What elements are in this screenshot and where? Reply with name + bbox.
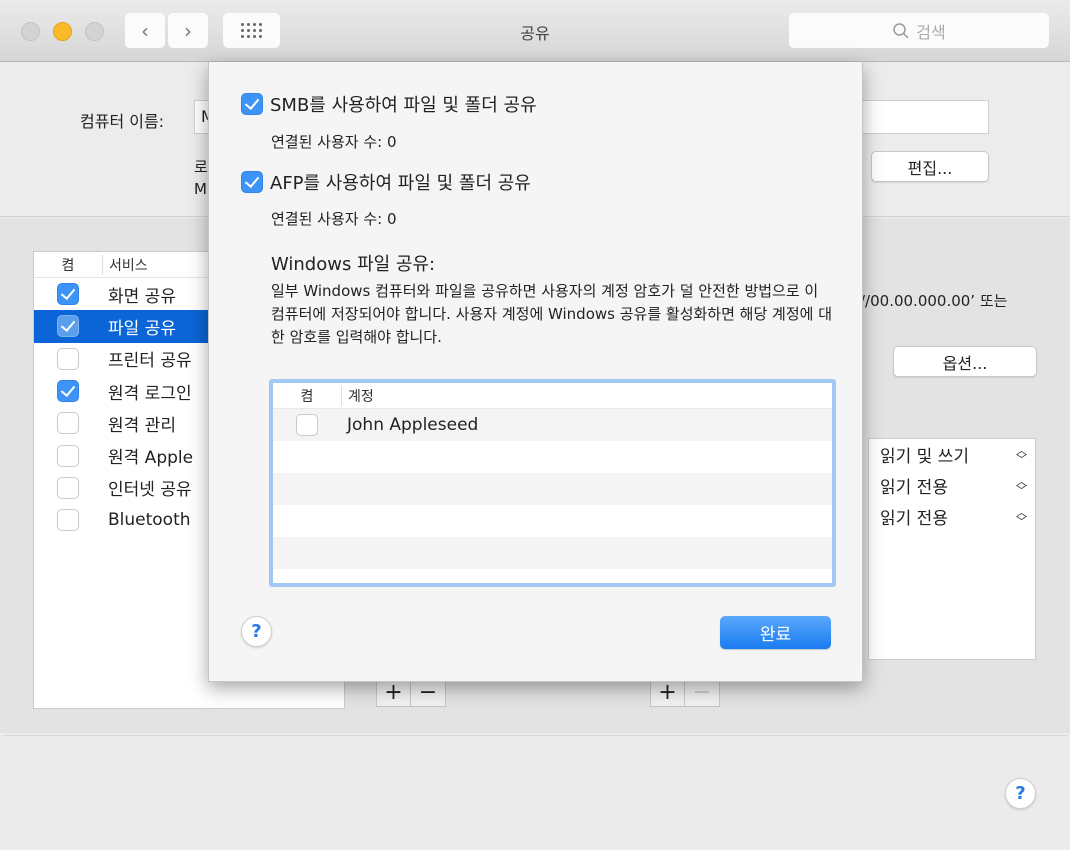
- options-button[interactable]: 옵션...: [893, 346, 1037, 377]
- service-label: 인터넷 공유: [108, 480, 192, 501]
- accounts-table[interactable]: 켬 계정 John Appleseed: [269, 379, 836, 587]
- account-row[interactable]: John Appleseed: [273, 409, 832, 441]
- service-label: 프린터 공유: [108, 351, 192, 372]
- permission-label: 읽기 전용: [880, 509, 948, 529]
- service-checkbox[interactable]: [57, 509, 79, 532]
- permission-label: 읽기 및 쓰기: [880, 447, 970, 467]
- service-label: 원격 Apple: [108, 448, 194, 469]
- local-hostname-text: 로 M: [194, 158, 208, 198]
- bottom-area: [2, 735, 1068, 848]
- computer-name-label: 컴퓨터 이름:: [80, 112, 165, 131]
- permission-popup[interactable]: 읽기 전용 ︿ ﹀: [869, 501, 1035, 532]
- up-down-chevron-icon: ︿ ﹀: [1016, 443, 1027, 466]
- account-name: John Appleseed: [347, 415, 479, 435]
- service-toggle-cell: [34, 476, 102, 499]
- service-checkbox[interactable]: [57, 315, 79, 338]
- column-on[interactable]: 켬: [34, 255, 102, 275]
- service-label: 원격 로그인: [108, 383, 192, 404]
- account-row: [273, 537, 832, 569]
- service-checkbox[interactable]: [57, 347, 79, 370]
- service-label: 화면 공유: [108, 286, 176, 307]
- account-checkbox[interactable]: [296, 414, 318, 436]
- account-row: [273, 569, 832, 583]
- permission-label: 읽기 전용: [880, 478, 948, 498]
- search-icon: [893, 22, 909, 39]
- column-on[interactable]: 켬: [273, 386, 341, 406]
- service-toggle-cell: [34, 347, 102, 370]
- windows-sharing-heading: Windows 파일 공유:: [271, 254, 436, 275]
- account-row: [273, 473, 832, 505]
- search-field[interactable]: 검색: [789, 13, 1049, 48]
- afp-label: AFP를 사용하여 파일 및 폴더 공유: [270, 173, 531, 194]
- edit-button[interactable]: 편집...: [871, 151, 989, 182]
- search-placeholder: 검색: [916, 22, 946, 42]
- service-checkbox[interactable]: [57, 444, 79, 467]
- permission-popup[interactable]: 읽기 및 쓰기 ︿ ﹀: [869, 439, 1035, 470]
- done-button[interactable]: 완료: [720, 616, 831, 649]
- help-button[interactable]: ?: [1005, 778, 1036, 809]
- smb-checkbox[interactable]: [241, 93, 263, 115]
- column-account[interactable]: 계정: [341, 385, 374, 406]
- accounts-header: 켬 계정: [273, 383, 832, 409]
- service-label: Bluetooth: [108, 510, 191, 531]
- up-down-chevron-icon: ︿ ﹀: [1016, 474, 1027, 497]
- address-text: //00.00.000.00’ 또는: [860, 292, 1008, 310]
- account-toggle-cell: [273, 414, 341, 436]
- service-label: 원격 관리: [108, 415, 176, 436]
- up-down-chevron-icon: ︿ ﹀: [1016, 505, 1027, 528]
- windows-sharing-description: 일부 Windows 컴퓨터와 파일을 공유하면 사용자의 계정 암호가 덜 안…: [271, 282, 833, 346]
- smb-option[interactable]: SMB를 사용하여 파일 및 폴더 공유: [241, 91, 537, 117]
- service-toggle-cell: [34, 283, 102, 306]
- service-checkbox[interactable]: [57, 476, 79, 499]
- permissions-list[interactable]: 읽기 및 쓰기 ︿ ﹀ 읽기 전용 ︿ ﹀ 읽기 전용 ︿ ﹀: [868, 438, 1036, 660]
- service-checkbox[interactable]: [57, 283, 79, 306]
- file-sharing-options-sheet: SMB를 사용하여 파일 및 폴더 공유 연결된 사용자 수: 0 AFP를 사…: [208, 62, 863, 682]
- afp-option[interactable]: AFP를 사용하여 파일 및 폴더 공유: [241, 169, 531, 195]
- service-checkbox[interactable]: [57, 412, 79, 435]
- smb-label: SMB를 사용하여 파일 및 폴더 공유: [270, 95, 537, 116]
- afp-connected-users: 연결된 사용자 수: 0: [271, 210, 397, 228]
- service-checkbox[interactable]: [57, 380, 79, 403]
- sheet-help-button[interactable]: ?: [241, 616, 272, 647]
- permission-popup[interactable]: 읽기 전용 ︿ ﹀: [869, 470, 1035, 501]
- account-row: [273, 505, 832, 537]
- service-toggle-cell: [34, 412, 102, 435]
- account-row: [273, 441, 832, 473]
- title-bar: ‹ › 공유 검색: [0, 0, 1070, 62]
- afp-checkbox[interactable]: [241, 171, 263, 193]
- service-toggle-cell: [34, 509, 102, 532]
- smb-connected-users: 연결된 사용자 수: 0: [271, 133, 397, 151]
- service-toggle-cell: [34, 380, 102, 403]
- service-toggle-cell: [34, 444, 102, 467]
- column-service[interactable]: 서비스: [102, 254, 148, 275]
- service-toggle-cell: [34, 315, 102, 338]
- service-label: 파일 공유: [108, 318, 176, 339]
